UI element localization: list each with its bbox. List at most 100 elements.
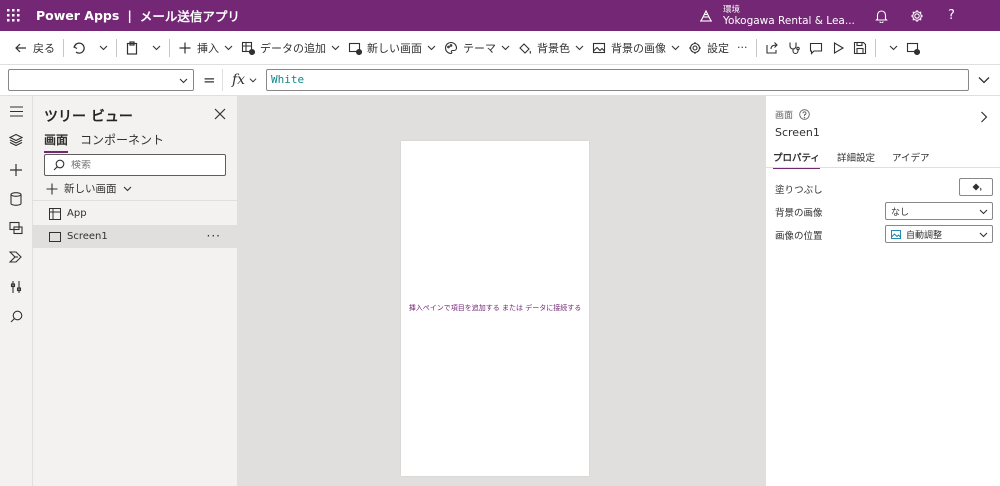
tab-components[interactable]: コンポーネント xyxy=(80,131,164,153)
tree-search-box[interactable] xyxy=(44,154,226,176)
command-bar: 戻る 挿入 データの追加 新しい画面 テーマ 背景色 背景の画像 設定 ··· xyxy=(0,31,1000,65)
play-icon xyxy=(833,41,844,54)
paint-bucket-icon xyxy=(972,183,981,191)
undo-button[interactable] xyxy=(68,35,90,61)
formula-input[interactable]: White xyxy=(266,69,969,91)
add-data-label: データの追加 xyxy=(260,41,326,55)
publish-button[interactable] xyxy=(902,35,924,61)
control-kind: 画面 xyxy=(775,108,810,121)
tree-view-title: ツリー ビュー xyxy=(44,109,133,125)
more-options-button[interactable]: ··· xyxy=(207,229,221,243)
insert-label: 挿入 xyxy=(197,41,219,55)
divider xyxy=(755,38,757,57)
save-dropdown[interactable] xyxy=(880,35,902,61)
search-icon[interactable] xyxy=(6,306,26,326)
insert-button[interactable]: 挿入 xyxy=(174,35,237,61)
help-icon[interactable] xyxy=(799,109,810,120)
image-icon xyxy=(891,229,901,239)
waffle-icon[interactable] xyxy=(0,0,27,31)
background-color-button[interactable]: 背景色 xyxy=(514,35,588,61)
chevron-right-icon[interactable] xyxy=(979,111,989,123)
divider xyxy=(33,200,238,201)
paste-button[interactable] xyxy=(121,35,143,61)
chevron-down-icon xyxy=(123,186,131,192)
new-screen-button[interactable]: 新しい画面 xyxy=(46,181,132,196)
environment-label: 環境 xyxy=(723,4,741,15)
power-automate-icon[interactable] xyxy=(6,247,26,267)
tree-view-panel: ツリー ビュー 画面 コンポーネント 新しい画面 App Screen1 ··· xyxy=(33,96,238,486)
app-checker-button[interactable] xyxy=(783,35,805,61)
plus-icon[interactable] xyxy=(6,160,26,180)
clipboard-icon xyxy=(126,40,138,55)
chevron-down-icon xyxy=(152,45,161,51)
add-data-button[interactable]: データの追加 xyxy=(237,35,344,61)
chevron-down-icon xyxy=(575,45,584,51)
help-icon[interactable]: ? xyxy=(943,7,960,24)
product-name[interactable]: Power Apps xyxy=(36,8,119,23)
plus-icon xyxy=(179,42,191,53)
fill-color-button[interactable] xyxy=(959,178,993,196)
save-button[interactable] xyxy=(849,35,871,61)
stethoscope-icon xyxy=(788,42,800,54)
tree-item-screen1[interactable]: Screen1 ··· xyxy=(33,225,238,248)
equals-sign: = xyxy=(203,71,216,89)
background-color-label: 背景色 xyxy=(537,41,570,55)
gear-icon[interactable] xyxy=(908,7,925,24)
insert-pane-link[interactable]: 挿入ペインで項目を追加する xyxy=(409,304,500,312)
tree-item-label: App xyxy=(67,208,87,219)
tree-tabs: 画面 コンポーネント xyxy=(44,131,164,153)
new-screen-label: 新しい画面 xyxy=(64,183,117,195)
layers-icon[interactable] xyxy=(6,130,26,150)
tab-screens[interactable]: 画面 xyxy=(44,131,69,153)
more-commands-button[interactable]: ··· xyxy=(733,35,752,61)
preview-button[interactable] xyxy=(827,35,849,61)
chevron-down-icon xyxy=(99,45,108,51)
tree-search-input[interactable] xyxy=(71,159,211,171)
tree-item-app[interactable]: App xyxy=(33,202,238,225)
chevron-down-icon xyxy=(501,45,510,51)
background-image-property: 背景の画像 なし xyxy=(775,202,993,221)
back-button[interactable]: 戻る xyxy=(10,35,59,61)
divider xyxy=(63,38,64,57)
share-button[interactable] xyxy=(761,35,783,61)
formula-bar: = fx White xyxy=(0,65,1000,96)
divider xyxy=(116,38,117,57)
connect-data-link[interactable]: データに接続する xyxy=(525,304,581,312)
chevron-down-icon xyxy=(179,78,188,84)
new-screen-label: 新しい画面 xyxy=(367,41,422,55)
fill-label: 塗りつぶし xyxy=(775,185,823,196)
background-image-select[interactable]: なし xyxy=(885,202,993,220)
publish-icon xyxy=(906,42,920,55)
chevron-down-icon xyxy=(671,45,680,51)
advanced-tools-icon[interactable] xyxy=(6,277,26,297)
theme-label: テーマ xyxy=(463,41,496,55)
hamburger-icon[interactable] xyxy=(6,101,26,121)
hint-or: または xyxy=(502,304,523,312)
database-icon[interactable] xyxy=(6,189,26,209)
table-add-icon xyxy=(241,41,255,55)
close-icon[interactable] xyxy=(214,108,226,120)
paste-dropdown[interactable] xyxy=(143,35,165,61)
fx-button[interactable]: fx xyxy=(222,69,266,91)
media-icon[interactable] xyxy=(6,218,26,238)
property-dropdown[interactable] xyxy=(8,69,194,91)
chevron-down-icon[interactable] xyxy=(977,73,991,87)
background-image-label: 背景の画像 xyxy=(611,41,666,55)
divider xyxy=(766,167,1000,168)
bell-icon[interactable] xyxy=(873,7,890,24)
theme-button[interactable]: テーマ xyxy=(440,35,514,61)
control-name[interactable]: Screen1 xyxy=(775,126,820,139)
settings-button[interactable]: 設定 xyxy=(684,35,733,61)
control-kind-label: 画面 xyxy=(775,111,794,121)
background-image-button[interactable]: 背景の画像 xyxy=(588,35,684,61)
new-screen-button[interactable]: 新しい画面 xyxy=(344,35,440,61)
undo-icon xyxy=(73,42,85,54)
comments-button[interactable] xyxy=(805,35,827,61)
search-icon xyxy=(53,159,65,171)
chevron-down-icon xyxy=(331,45,340,51)
image-position-select[interactable]: 自動調整 xyxy=(885,225,993,243)
undo-dropdown[interactable] xyxy=(90,35,112,61)
environment-picker[interactable]: 環境 Yokogawa Rental & Lea... xyxy=(698,0,855,31)
image-position-label: 画像の位置 xyxy=(775,231,823,242)
app-screen-canvas[interactable]: 挿入ペインで項目を追加する または データに接続する xyxy=(401,141,589,476)
